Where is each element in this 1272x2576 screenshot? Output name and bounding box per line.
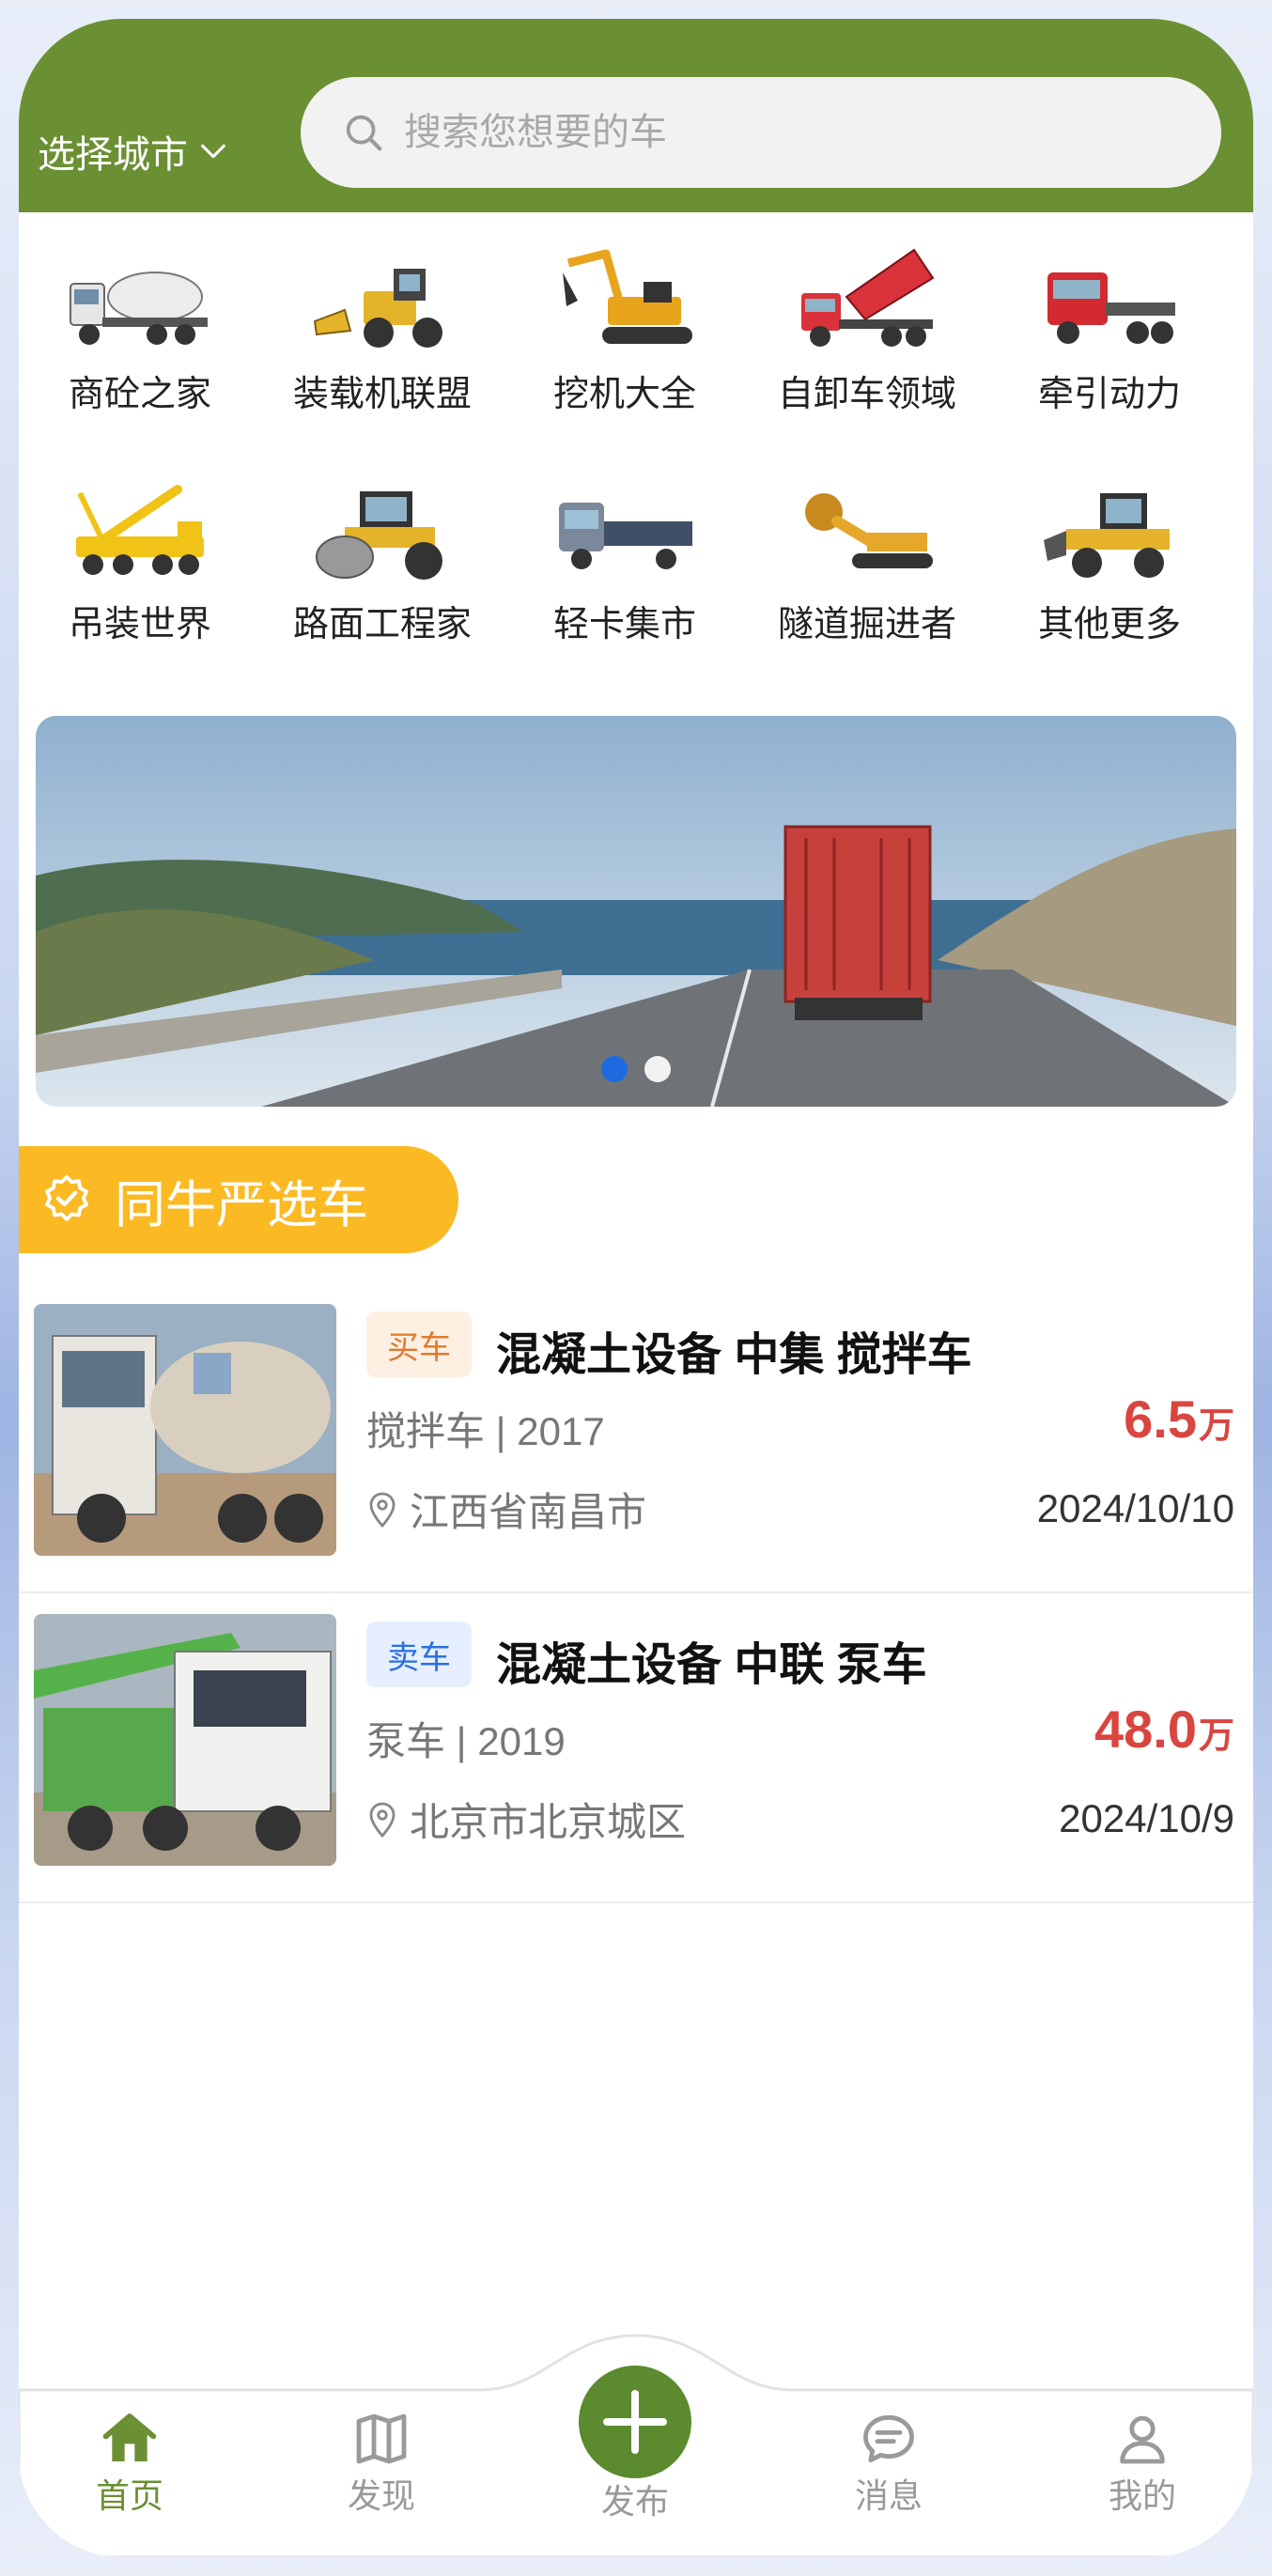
banner-image bbox=[36, 716, 1236, 1107]
location-text: 北京市北京城区 bbox=[410, 1800, 687, 1844]
dump-truck-icon bbox=[801, 248, 935, 347]
listing-location: 北京市北京城区 bbox=[366, 1791, 686, 1848]
tab-discover[interactable]: 发现 bbox=[306, 2409, 457, 2518]
category-tunnel[interactable]: 隧道掘进者 bbox=[746, 474, 988, 646]
listing-thumbnail bbox=[34, 1304, 336, 1556]
location-text: 江西省南昌市 bbox=[410, 1490, 647, 1534]
city-selector[interactable]: 选择城市 bbox=[38, 109, 229, 194]
sell-tag: 卖车 bbox=[366, 1622, 472, 1687]
category-more[interactable]: 其他更多 bbox=[988, 474, 1231, 646]
category-label: 隧道掘进者 bbox=[777, 605, 956, 644]
tab-discover-label: 发现 bbox=[347, 2476, 415, 2515]
banner-dot-active[interactable] bbox=[601, 1056, 628, 1082]
price-unit: 万 bbox=[1198, 1406, 1234, 1446]
category-loader[interactable]: 装载机联盟 bbox=[261, 244, 504, 416]
category-label: 牵引动力 bbox=[1037, 375, 1181, 414]
crane-truck-icon bbox=[76, 485, 204, 575]
tab-home[interactable]: 首页 bbox=[54, 2409, 205, 2518]
banner-pagination bbox=[36, 1056, 1236, 1082]
more-machinery-icon bbox=[1044, 493, 1170, 578]
listing-title: 混凝土设备 中联 泵车 bbox=[496, 1640, 927, 1690]
search-input[interactable] bbox=[402, 110, 1176, 155]
category-crane[interactable]: 吊装世界 bbox=[19, 474, 261, 646]
vehicle-list: 买车 混凝土设备 中集 搅拌车 搅拌车 | 2017 6.5万 江西省南昌市 2… bbox=[19, 1283, 1253, 1903]
listing-date: 2024/10/10 bbox=[1036, 1486, 1234, 1530]
price-value: 48.0 bbox=[1094, 1699, 1197, 1759]
category-light-truck[interactable]: 轻卡集市 bbox=[504, 474, 746, 646]
buy-tag: 买车 bbox=[366, 1311, 472, 1377]
city-selector-label: 选择城市 bbox=[38, 134, 188, 176]
category-label: 路面工程家 bbox=[292, 605, 472, 644]
map-icon bbox=[356, 2413, 407, 2464]
plus-icon bbox=[603, 2390, 667, 2454]
tunnel-boring-icon bbox=[805, 493, 933, 568]
listing-thumbnail bbox=[34, 1614, 336, 1866]
price-value: 6.5 bbox=[1124, 1389, 1197, 1449]
user-icon bbox=[1120, 2415, 1165, 2464]
category-label: 装载机联盟 bbox=[292, 375, 472, 414]
listing-date: 2024/10/9 bbox=[1059, 1796, 1234, 1840]
tab-messages[interactable]: 消息 bbox=[814, 2409, 964, 2518]
excavator-icon bbox=[563, 249, 692, 344]
light-truck-icon bbox=[559, 503, 692, 569]
banner-dot[interactable] bbox=[644, 1056, 671, 1082]
category-mixer[interactable]: 商砼之家 bbox=[19, 244, 261, 416]
search-icon bbox=[346, 115, 382, 151]
section-header: 同牛严选车 bbox=[19, 1146, 458, 1253]
category-excavator[interactable]: 挖机大全 bbox=[504, 244, 746, 416]
section-title: 同牛严选车 bbox=[115, 1176, 368, 1234]
category-grid: 商砼之家 装载机联盟 挖机大全 自卸车领域 牵引动力 吊装世界 路面工程家 轻卡… bbox=[19, 244, 1253, 646]
tab-publish-label: 发布 bbox=[600, 2482, 669, 2521]
tab-messages-label: 消息 bbox=[854, 2476, 923, 2515]
home-icon bbox=[102, 2413, 157, 2461]
top-bar: 选择城市 bbox=[19, 19, 1253, 212]
category-label: 吊装世界 bbox=[68, 605, 211, 644]
loader-icon bbox=[313, 269, 442, 348]
category-road-roller[interactable]: 路面工程家 bbox=[261, 474, 504, 646]
app-screen: 选择城市 商砼之家 bbox=[19, 19, 1253, 2557]
publish-button[interactable] bbox=[579, 2366, 691, 2478]
promo-banner[interactable] bbox=[36, 716, 1236, 1107]
listing-price: 6.5万 bbox=[1124, 1389, 1234, 1450]
tab-mine-label: 我的 bbox=[1108, 2476, 1176, 2515]
tractor-truck-icon bbox=[1047, 272, 1175, 344]
listing-spec: 搅拌车 | 2017 bbox=[366, 1409, 605, 1453]
tab-mine[interactable]: 我的 bbox=[1067, 2409, 1218, 2518]
category-label: 挖机大全 bbox=[552, 375, 696, 414]
location-pin-icon bbox=[369, 1492, 396, 1528]
listing-item[interactable]: 卖车 混凝土设备 中联 泵车 泵车 | 2019 48.0万 北京市北京城区 2… bbox=[19, 1593, 1253, 1903]
search-bar[interactable] bbox=[301, 77, 1221, 188]
category-dump-truck[interactable]: 自卸车领域 bbox=[746, 244, 988, 416]
location-pin-icon bbox=[369, 1802, 396, 1838]
listing-item[interactable]: 买车 混凝土设备 中集 搅拌车 搅拌车 | 2017 6.5万 江西省南昌市 2… bbox=[19, 1283, 1253, 1593]
listing-spec: 泵车 | 2019 bbox=[366, 1719, 566, 1763]
road-roller-icon bbox=[316, 491, 442, 580]
category-tractor[interactable]: 牵引动力 bbox=[988, 244, 1231, 416]
mixer-truck-icon bbox=[70, 272, 208, 345]
bottom-tab-bar: 首页 发现 发布 消息 我的 bbox=[19, 2315, 1253, 2557]
chat-bubble-icon bbox=[863, 2414, 914, 2463]
listing-title: 混凝土设备 中集 搅拌车 bbox=[496, 1330, 972, 1380]
chevron-down-icon bbox=[201, 144, 225, 159]
price-unit: 万 bbox=[1198, 1716, 1234, 1756]
listing-location: 江西省南昌市 bbox=[366, 1481, 646, 1538]
tab-home-label: 首页 bbox=[95, 2476, 163, 2515]
category-label: 轻卡集市 bbox=[552, 605, 696, 644]
category-label: 自卸车领域 bbox=[777, 375, 956, 414]
verified-badge-icon bbox=[45, 1174, 88, 1221]
category-label: 商砼之家 bbox=[68, 375, 211, 414]
category-label: 其他更多 bbox=[1037, 605, 1181, 644]
listing-price: 48.0万 bbox=[1094, 1699, 1234, 1760]
